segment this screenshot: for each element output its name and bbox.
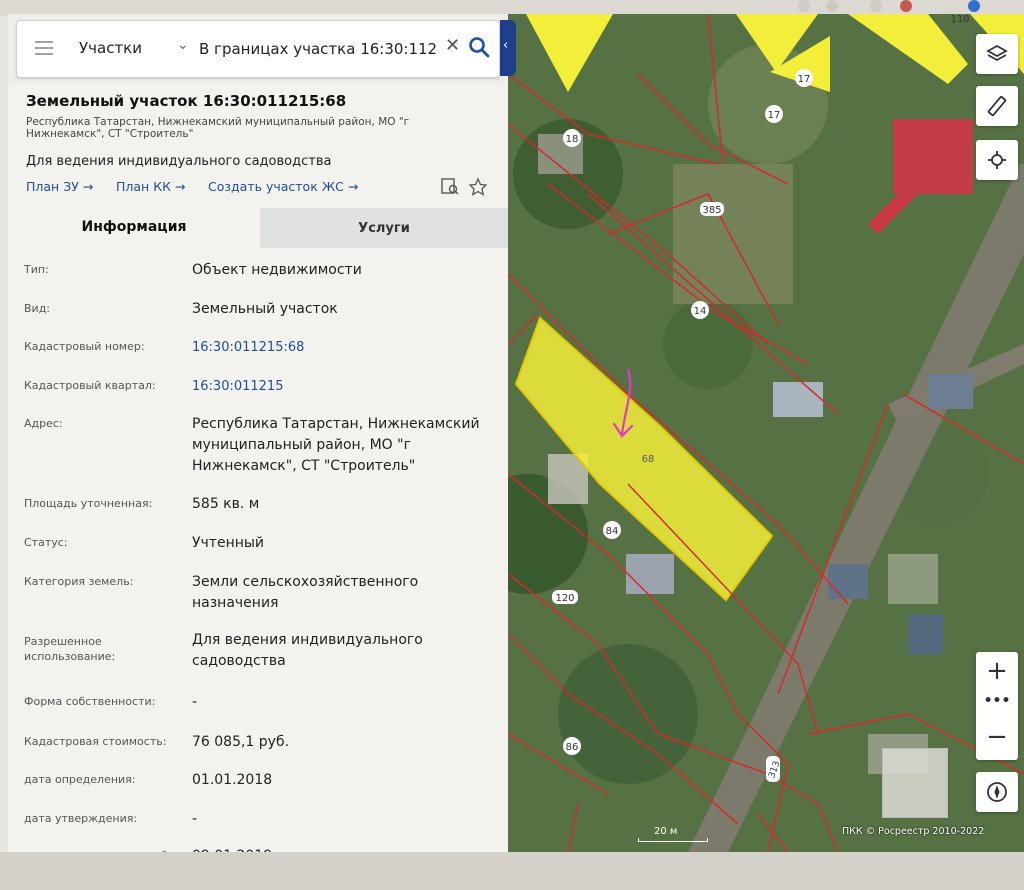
tab-services[interactable]: Услуги bbox=[260, 208, 508, 248]
star-icon[interactable] bbox=[826, 0, 838, 12]
screen: Участки ⌄ ✕ Земельный участок 16:30:0112… bbox=[0, 0, 1024, 890]
ruler-icon bbox=[987, 95, 1007, 117]
map-scale-label: 20 м bbox=[654, 826, 678, 837]
info-value: 01.01.2018 bbox=[192, 772, 273, 788]
minimap[interactable] bbox=[882, 748, 948, 818]
tabs: Информация Услуги bbox=[8, 208, 508, 248]
info-value: - bbox=[192, 694, 198, 710]
info-value: Учтенный bbox=[192, 535, 265, 551]
satellite-map[interactable]: 17 18 17 385 14 68 84 120 86 313 110 bbox=[508, 14, 1024, 852]
svg-text:110: 110 bbox=[950, 14, 969, 25]
info-value: Земли сельскохозяйственного назначения bbox=[192, 574, 419, 611]
svg-text:385: 385 bbox=[702, 205, 721, 216]
locate-button[interactable] bbox=[976, 140, 1018, 180]
info-value: Республика Татарстан, Нижнекамский муниц… bbox=[192, 416, 480, 474]
crosshair-icon bbox=[988, 151, 1006, 169]
info-label: Адрес: bbox=[24, 417, 63, 430]
zoom-control: + ••• − bbox=[976, 652, 1018, 760]
collapse-panel-button[interactable]: ‹ bbox=[500, 20, 516, 76]
map-label: 84 bbox=[603, 521, 621, 539]
map-label: 14 bbox=[691, 301, 709, 319]
svg-text:14: 14 bbox=[694, 306, 707, 317]
info-label: Форма собственности: bbox=[24, 695, 156, 708]
svg-text:84: 84 bbox=[606, 526, 619, 537]
close-icon[interactable]: ✕ bbox=[445, 35, 460, 56]
create-parcel-link[interactable]: Создать участок ЖС → bbox=[208, 179, 358, 194]
info-label: Площадь уточненная: bbox=[24, 497, 153, 510]
bottom-bezel bbox=[0, 852, 1024, 890]
compass-icon bbox=[987, 782, 1007, 802]
compass-button[interactable] bbox=[976, 772, 1018, 812]
svg-text:17: 17 bbox=[768, 110, 781, 121]
map-label: 18 bbox=[563, 129, 581, 147]
menu-icon[interactable] bbox=[35, 41, 53, 55]
info-value: 76 085,1 руб. bbox=[192, 734, 290, 750]
svg-text:17: 17 bbox=[798, 74, 811, 85]
chevron-left-icon: ‹ bbox=[503, 38, 509, 53]
map-label: 86 bbox=[563, 737, 581, 755]
plan-kk-link[interactable]: План КК → bbox=[116, 179, 185, 194]
info-value: Объект недвижимости bbox=[192, 262, 362, 278]
info-label: Кадастровая стоимость: bbox=[24, 735, 167, 748]
map-label: 110 bbox=[950, 14, 969, 25]
extension-icon[interactable] bbox=[870, 0, 882, 12]
svg-text:18: 18 bbox=[566, 134, 579, 145]
info-value: 585 кв. м bbox=[192, 496, 260, 512]
svg-text:68: 68 bbox=[642, 454, 655, 465]
extension-icon[interactable] bbox=[900, 0, 912, 12]
search-icon[interactable] bbox=[468, 36, 490, 58]
chevron-down-icon[interactable]: ⌄ bbox=[177, 37, 189, 53]
info-label: Статус: bbox=[24, 536, 68, 549]
info-label: Категория земель: bbox=[24, 575, 134, 588]
parcel-tools bbox=[440, 176, 494, 200]
zoom-more-button[interactable]: ••• bbox=[976, 694, 1018, 708]
map-copyright: ПКК © Росреестр 2010-2022 bbox=[842, 826, 985, 837]
info-value: Для ведения индивидуального садоводства bbox=[192, 632, 423, 669]
browser-icon[interactable] bbox=[798, 0, 810, 12]
parcel-title: Земельный участок 16:30:011215:68 bbox=[26, 92, 347, 110]
map-label: 385 bbox=[700, 202, 724, 216]
search-document-icon[interactable] bbox=[441, 178, 459, 195]
info-label: Вид: bbox=[24, 302, 51, 315]
map-label: 17 bbox=[795, 69, 813, 87]
search-type-select[interactable]: Участки bbox=[79, 39, 142, 57]
info-label: Тип: bbox=[24, 263, 49, 276]
layers-icon bbox=[986, 44, 1008, 62]
info-label: Разрешенное использование: bbox=[24, 635, 116, 663]
search-bar: Участки ⌄ ✕ bbox=[16, 20, 500, 78]
svg-text:120: 120 bbox=[555, 593, 574, 604]
info-label: Кадастровый номер: bbox=[24, 340, 145, 353]
info-value: Земельный участок bbox=[192, 301, 338, 317]
star-icon[interactable] bbox=[468, 177, 488, 196]
info-panel: Участки ⌄ ✕ Земельный участок 16:30:0112… bbox=[8, 14, 508, 860]
cadastral-number-link[interactable]: 16:30:011215:68 bbox=[192, 337, 492, 358]
parcel-address: Республика Татарстан, Нижнекамский муниц… bbox=[26, 116, 410, 140]
cadastral-quarter-link[interactable]: 16:30:011215 bbox=[192, 376, 492, 397]
zoom-out-button[interactable]: − bbox=[976, 718, 1018, 758]
search-area: Участки ⌄ ✕ bbox=[8, 14, 508, 84]
plan-zu-link[interactable]: План ЗУ → bbox=[26, 179, 93, 194]
search-input[interactable] bbox=[199, 36, 439, 62]
map-label: 68 bbox=[642, 454, 655, 465]
zoom-in-button[interactable]: + bbox=[976, 652, 1018, 692]
map-scale-bar bbox=[638, 838, 708, 842]
tab-information[interactable]: Информация bbox=[8, 208, 260, 248]
info-label: дата определения: bbox=[24, 773, 136, 786]
layers-button[interactable] bbox=[976, 34, 1018, 74]
profile-avatar[interactable] bbox=[968, 0, 980, 12]
map-view[interactable]: 17 18 17 385 14 68 84 120 86 313 110 + •… bbox=[508, 14, 1024, 852]
map-label: 120 bbox=[552, 590, 578, 604]
svg-text:86: 86 bbox=[566, 742, 579, 753]
info-label: дата утверждения: bbox=[24, 812, 138, 825]
parcel-purpose: Для ведения индивидуального садоводства bbox=[26, 154, 332, 169]
map-label: 17 bbox=[765, 105, 783, 123]
info-value: - bbox=[192, 811, 198, 827]
info-label: Кадастровый квартал: bbox=[24, 379, 156, 392]
measure-button[interactable] bbox=[976, 86, 1018, 126]
